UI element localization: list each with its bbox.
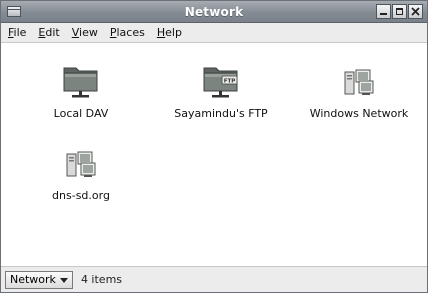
maximize-button[interactable]	[392, 4, 407, 19]
menu-view[interactable]: View	[71, 25, 99, 40]
menu-places-label: laces	[116, 26, 145, 39]
menu-file[interactable]: File	[7, 25, 27, 40]
item-dns-sd-org[interactable]: dns-sd.org	[26, 144, 136, 202]
menu-help-label: elp	[165, 26, 182, 39]
network-computers-icon	[59, 144, 103, 184]
item-count: 4 items	[80, 273, 123, 286]
status-bar: Network 4 items	[1, 266, 427, 292]
item-label: Local DAV	[53, 107, 109, 120]
close-icon	[411, 7, 420, 16]
minimize-button[interactable]	[376, 4, 391, 19]
item-windows-network[interactable]: Windows Network	[304, 62, 414, 120]
item-label: dns-sd.org	[52, 189, 110, 202]
ftp-folder-icon: FTP	[199, 62, 243, 102]
item-label: Sayamindu's FTP	[174, 107, 268, 120]
menu-edit-label: dit	[45, 26, 60, 39]
item-local-dav[interactable]: Local DAV	[26, 62, 136, 120]
menu-help-mnemonic: H	[156, 26, 166, 39]
window-title: Network	[184, 5, 244, 19]
menu-bar: File Edit View Places Help	[1, 23, 427, 43]
chevron-down-icon	[59, 277, 68, 283]
title-bar[interactable]: Network	[1, 1, 427, 23]
menu-edit[interactable]: Edit	[37, 25, 60, 40]
menu-view-mnemonic: V	[71, 26, 80, 39]
menu-view-label: iew	[79, 26, 98, 39]
location-dropdown[interactable]: Network	[5, 270, 73, 289]
item-sayamindus-ftp[interactable]: FTP Sayamindu's FTP	[166, 62, 276, 120]
close-button[interactable]	[408, 4, 423, 19]
icon-view[interactable]: Local DAV FTP Sayamindu's FTP Windows Ne…	[1, 44, 427, 264]
window-controls	[376, 4, 423, 19]
menu-places-mnemonic: P	[109, 26, 117, 39]
menu-file-label: ile	[13, 26, 27, 39]
network-folder-icon	[59, 62, 103, 102]
menu-help[interactable]: Help	[156, 25, 183, 40]
menu-places[interactable]: Places	[109, 25, 146, 40]
ftp-badge: FTP	[224, 78, 236, 84]
file-manager-window: Network File Edit View Places Help Local…	[0, 0, 428, 293]
location-dropdown-label: Network	[10, 273, 56, 286]
item-label: Windows Network	[309, 107, 409, 120]
network-computers-icon	[337, 62, 381, 102]
